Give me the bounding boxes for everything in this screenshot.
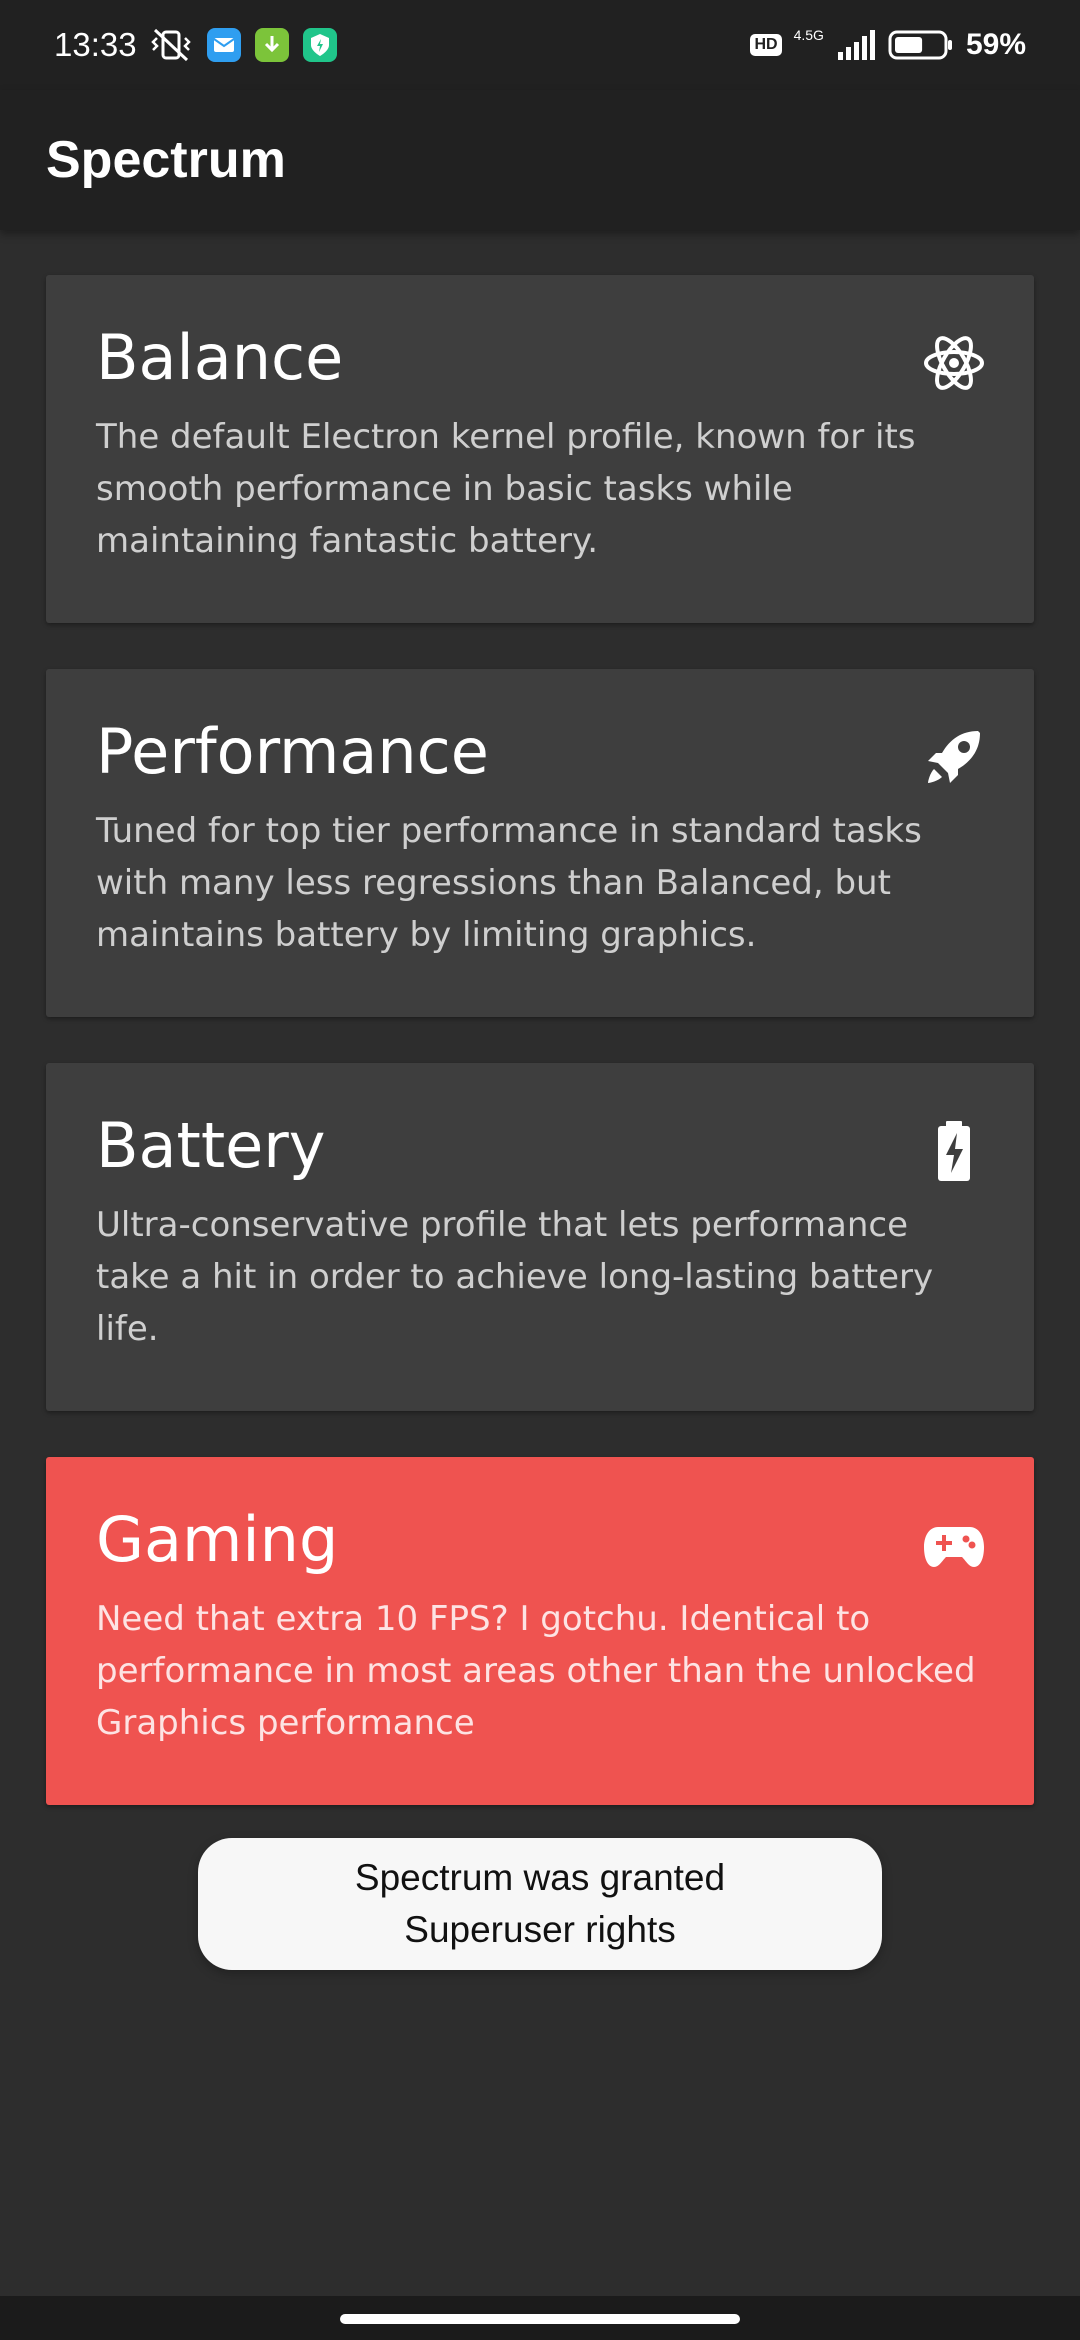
toast-message: Spectrum was granted Superuser rights (354, 1857, 726, 1950)
battery-icon (888, 30, 952, 60)
battery-percentage: 59% (965, 28, 1026, 61)
atom-icon (924, 336, 984, 390)
gamepad-icon (924, 1527, 984, 1567)
profile-card-gaming[interactable]: Gaming Need that extra 10 FPS? I gotchu.… (46, 1457, 1034, 1805)
status-icons-right: HD 4.5G 59% (750, 27, 1026, 62)
toast-notification: Spectrum was granted Superuser rights (198, 1838, 882, 1970)
profile-description: Ultra-conservative profile that lets per… (96, 1205, 934, 1349)
app-bar: Spectrum (0, 90, 1080, 230)
profile-title: Balance (96, 321, 344, 394)
signal-strength-icon (837, 30, 875, 60)
profile-title: Gaming (96, 1503, 339, 1576)
mail-app-icon (206, 28, 241, 62)
status-icons-left (149, 28, 337, 62)
home-indicator[interactable] (340, 2314, 740, 2324)
status-time: 13:33 (54, 26, 137, 63)
profile-card-balance[interactable]: Balance The default Electron kernel prof… (46, 275, 1034, 623)
vibrate-off-icon (150, 28, 191, 62)
profile-description: Need that extra 10 FPS? I gotchu. Identi… (96, 1599, 976, 1743)
download-app-icon (254, 28, 289, 62)
battery-charging-icon (938, 1121, 970, 1181)
profile-title: Battery (96, 1109, 326, 1182)
profile-card-battery[interactable]: Battery Ultra-conservative profile that … (46, 1063, 1034, 1411)
security-app-icon (302, 28, 337, 62)
status-bar: 13:33 HD 4.5G 59% (0, 0, 1080, 90)
rocket-icon (928, 731, 980, 783)
profile-description: The default Electron kernel profile, kno… (96, 417, 916, 561)
profile-description: Tuned for top tier performance in standa… (96, 811, 922, 955)
profile-card-performance[interactable]: Performance Tuned for top tier performan… (46, 669, 1034, 1017)
network-type-label: 4.5G (793, 27, 824, 43)
app-title: Spectrum (46, 131, 286, 189)
profile-title: Performance (96, 715, 489, 788)
hd-voice-badge: HD (750, 34, 782, 56)
